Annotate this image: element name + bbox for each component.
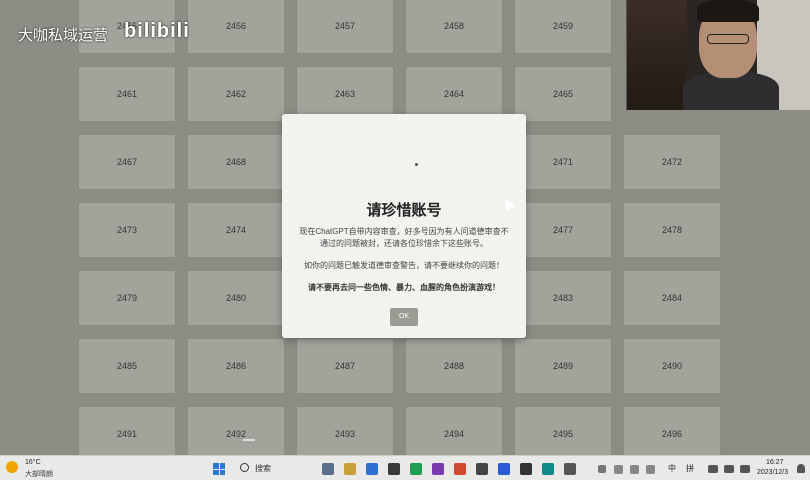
grid-tile[interactable]: 2474 [187,202,285,258]
account-warning-modal: 请珍惜账号 现在ChatGPT自带内容审查，好多号因为有人问道德审查不通过的问题… [282,114,526,338]
grid-tile[interactable]: 2483 [514,270,612,326]
grid-tile[interactable]: 2461 [78,66,176,122]
show-hidden-icons-icon[interactable] [598,465,606,473]
bilibili-logo: bilibili [124,20,190,42]
grid-tile[interactable]: 2471 [514,134,612,190]
webcam-background-shelf [627,0,687,110]
ime-mode-indicator[interactable]: 拼 [686,463,694,474]
webcam-presenter-glasses [707,34,749,44]
grid-tile[interactable]: 2488 [405,338,503,394]
grid-tile[interactable]: 2457 [296,0,394,54]
tray-app-icon[interactable] [630,465,639,474]
modal-loading-dot [415,163,418,166]
modal-ok-button[interactable]: OK [390,308,418,326]
speaker-icon[interactable] [724,465,734,473]
battery-icon[interactable] [740,465,750,473]
text-caret [243,439,255,441]
app-icon[interactable] [542,463,554,475]
grid-tile[interactable]: 2456 [187,0,285,54]
taskbar: 16°C 大部晴朗 搜索 中 拼 16:27 2023/12/3 [0,455,810,480]
modal-paragraph-2: 如你的问题已触发道德审查警告，请不要继续你的问题！ [304,261,504,270]
taskbar-search-label[interactable]: 搜索 [255,463,271,474]
grid-tile[interactable]: 2459 [514,0,612,54]
chrome-icon[interactable] [454,463,466,475]
file-explorer-icon[interactable] [344,463,356,475]
tray-app-icon[interactable] [614,465,623,474]
grid-tile[interactable]: 2495 [514,406,612,462]
clock-date[interactable]: 2023/12/3 [757,469,788,476]
weather-temperature[interactable]: 16°C [25,459,41,466]
edge-browser-icon[interactable] [366,463,378,475]
tray-app-icon[interactable] [646,465,655,474]
wechat-icon[interactable] [410,463,422,475]
text-app-icon[interactable] [520,463,532,475]
grid-tile[interactable]: 2493 [296,406,394,462]
grid-tile[interactable]: 2468 [187,134,285,190]
grid-tile[interactable]: 2458 [405,0,503,54]
weather-sun-icon[interactable] [6,461,18,473]
ime-language-indicator[interactable]: 中 [668,463,676,474]
grid-tile[interactable]: 2485 [78,338,176,394]
grid-tile[interactable]: 2490 [623,338,721,394]
grid-tile[interactable]: 2489 [514,338,612,394]
clock-time[interactable]: 16:27 [766,459,784,466]
grid-tile[interactable]: 2491 [78,406,176,462]
modal-paragraph-3: 请不要再去问一些色情、暴力、血腥的角色扮演游戏！ [308,283,500,292]
app-icon[interactable] [432,463,444,475]
task-view-icon[interactable] [322,463,334,475]
grid-tile[interactable]: 2494 [405,406,503,462]
webcam-presenter-hair [697,0,759,22]
grid-tile[interactable]: 2477 [514,202,612,258]
grid-tile[interactable]: 2487 [296,338,394,394]
grid-tile[interactable]: 2465 [514,66,612,122]
windows-start-icon[interactable] [213,463,225,475]
app-icon[interactable] [476,463,488,475]
app-icon[interactable] [498,463,510,475]
grid-tile[interactable]: 2472 [623,134,721,190]
grid-tile[interactable]: 2484 [623,270,721,326]
weather-description[interactable]: 大部晴朗 [25,469,53,479]
webcam-overlay [626,0,810,110]
modal-title: 请珍惜账号 [366,202,442,219]
grid-tile[interactable]: 2478 [623,202,721,258]
channel-watermark: 大咖私域运营 [18,27,109,44]
grid-tile[interactable]: 2462 [187,66,285,122]
grid-tile[interactable]: 2480 [187,270,285,326]
app-icon[interactable] [388,463,400,475]
modal-paragraph-1: 现在ChatGPT自带内容审查，好多号因为有人问道德审查不通过的问题被封，还请各… [299,227,509,248]
notification-bell-icon[interactable] [797,464,805,473]
search-icon[interactable] [240,463,249,472]
grid-tile[interactable]: 2492 [187,406,285,462]
grid-tile[interactable]: 2473 [78,202,176,258]
grid-tile[interactable]: 2496 [623,406,721,462]
grid-tile[interactable]: 2486 [187,338,285,394]
wifi-icon[interactable] [708,465,718,473]
grid-tile[interactable]: 2479 [78,270,176,326]
grid-tile[interactable]: 2467 [78,134,176,190]
app-icon[interactable] [564,463,576,475]
